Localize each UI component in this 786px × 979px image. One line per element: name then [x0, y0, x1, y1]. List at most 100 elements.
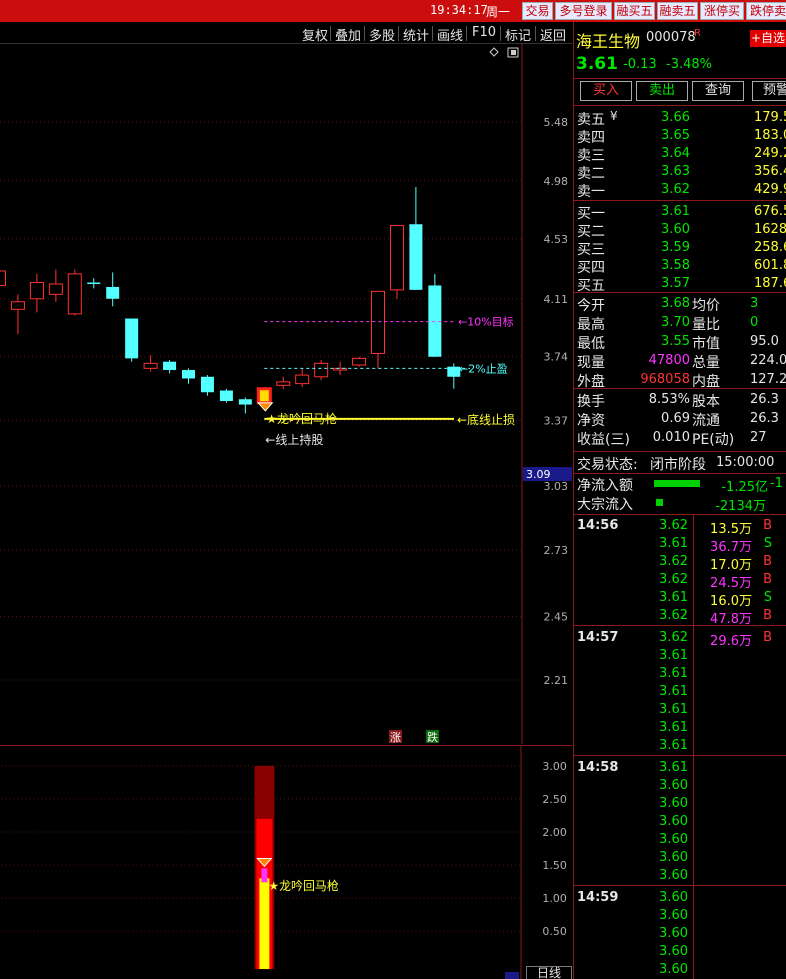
candle — [295, 368, 310, 388]
tick-divider — [693, 515, 694, 979]
multi-login-button[interactable]: 多号登录 — [555, 2, 612, 20]
bid-label: 买一 — [577, 206, 605, 222]
stat-label: 收益(三) — [577, 432, 630, 448]
bid-row[interactable]: 买三 3.59 258.6 — [574, 239, 786, 258]
tick-price: 3.60 — [659, 868, 688, 883]
tick-row: 3.61 — [574, 701, 786, 719]
divider — [574, 292, 786, 293]
tick-price: 3.60 — [659, 832, 688, 847]
ask-label: 卖三 — [577, 148, 605, 164]
candle-body — [428, 285, 442, 357]
signal-label: ★龙吟回马枪 — [266, 411, 337, 426]
stat-value: 0.010 — [652, 430, 690, 445]
stat-row: 收益(三) 0.010 PE(动) 27 — [574, 429, 786, 448]
trade-button[interactable]: 交易 — [522, 2, 553, 20]
tick-row: 3.60 — [574, 831, 786, 849]
y-tick-label: 2.50 — [542, 793, 566, 806]
tool-f10[interactable]: F10 — [472, 25, 496, 40]
stock-code: 000078 — [646, 30, 696, 45]
margin-sell5-button[interactable]: 融卖五 — [657, 2, 698, 20]
netflow-extra: -1 — [770, 476, 783, 491]
bid-price: 3.61 — [661, 204, 690, 219]
ask-row[interactable]: 卖四 3.65 183.0 — [574, 127, 786, 146]
candle-body — [200, 376, 214, 393]
bid-row[interactable]: 买五3.57187.6 — [574, 275, 786, 294]
candle — [182, 368, 195, 384]
candle — [125, 318, 139, 362]
scroll-indicator[interactable] — [505, 972, 519, 979]
alert-button[interactable]: 预警 — [752, 81, 786, 101]
tab-daily[interactable]: 日线 — [526, 966, 572, 979]
tick-row: 3.60 — [574, 867, 786, 885]
candle-body — [163, 361, 177, 371]
y-tick-label: 1.50 — [542, 859, 566, 872]
margin-buy5-button[interactable]: 融买五 — [614, 2, 655, 20]
query-button[interactable]: 查询 — [692, 81, 744, 101]
y-tick-label: 3.00 — [542, 760, 566, 773]
diamond-icon[interactable] — [489, 47, 499, 57]
candle — [87, 278, 101, 289]
stat-value: 224.0 — [750, 353, 786, 368]
bid-row[interactable]: 买一 3.61 676.5 — [574, 203, 786, 222]
tick-price: 3.62 — [659, 608, 688, 623]
stat-value: 47800 — [648, 353, 690, 368]
tick-side: S — [763, 536, 772, 551]
ask-price: 3.65 — [661, 128, 690, 143]
y-tick-label: 3.74 — [544, 351, 569, 364]
sell-button[interactable]: 卖出 — [636, 81, 688, 101]
candle-body — [125, 318, 139, 359]
stat-row: 外盘 968058 内盘 127.2 — [574, 371, 786, 390]
tool-multi-stock[interactable]: 多股 — [369, 25, 395, 44]
stat-label: 换手 — [577, 394, 605, 410]
tool-overlay[interactable]: 叠加 — [335, 25, 361, 44]
add-watchlist-button[interactable]: +自选 — [750, 30, 786, 47]
tool-draw-line[interactable]: 画线 — [437, 25, 463, 44]
divider — [330, 26, 331, 41]
indicator-chart[interactable]: ★龙吟回马枪 3.00 2.50 2.00 1.50 1.00 0.50 — [0, 745, 572, 979]
bid-label: 买四 — [577, 260, 605, 276]
candle-body — [87, 282, 101, 285]
bid-price: 3.60 — [661, 222, 690, 237]
tick-row: 3.62 47.8万 B — [574, 607, 786, 627]
candle — [67, 269, 82, 316]
tool-mark[interactable]: 标记 — [505, 25, 531, 44]
divider — [364, 26, 365, 41]
tool-back[interactable]: 返回 — [540, 25, 566, 44]
stat-label: 市值 — [692, 336, 720, 352]
candle-body — [29, 282, 44, 300]
candle-body — [219, 390, 233, 402]
tick-row: 3.60 — [574, 813, 786, 831]
tick-side: B — [763, 630, 772, 645]
divider — [500, 26, 501, 41]
tool-statistics[interactable]: 统计 — [403, 25, 429, 44]
ask-row[interactable]: 卖五 ¥3.66 179.5 — [574, 109, 786, 128]
bid-volume: 1628 — [754, 222, 786, 237]
candle — [0, 270, 6, 286]
ask-row[interactable]: 卖一 3.62 429.9 — [574, 181, 786, 200]
ask-row[interactable]: 卖二 3.63 356.4 — [574, 163, 786, 182]
ask-label: 卖一 — [577, 184, 605, 200]
divider — [574, 78, 786, 79]
window-icon[interactable] — [507, 47, 519, 58]
tool-adjust[interactable]: 复权 — [302, 25, 328, 44]
y-tick-label: 2.73 — [544, 544, 569, 557]
candle — [10, 294, 25, 335]
limit-down-sell-button[interactable]: 跌停卖 — [746, 2, 786, 20]
kline-chart[interactable]: ←10%目标 ←2%止盈 ←底线止损 ★龙吟回马枪 ←线上持股涨 跌 5.48 4.98 4.… — [0, 44, 572, 744]
tick-price: 3.61 — [659, 760, 688, 775]
ask-label: 卖二 — [577, 166, 605, 182]
ask-row[interactable]: 卖三 3.64 249.2 — [574, 145, 786, 164]
action-buttons: 买入 卖出 查询 预警 — [574, 81, 786, 103]
stat-value: 26.3 — [750, 392, 779, 407]
currency-icon: ¥ — [610, 109, 618, 123]
stat-label: 最高 — [577, 317, 605, 333]
limit-up-buy-button[interactable]: 涨停买 — [700, 2, 744, 20]
ask-label: 卖四 — [577, 130, 605, 146]
bid-row[interactable]: 买四 3.58 601.8 — [574, 257, 786, 276]
trade-status: 交易状态: 闭市阶段 15:00:00 — [574, 454, 786, 473]
bid-row[interactable]: 买二 3.60 1628 — [574, 221, 786, 240]
tick-price: 3.60 — [659, 850, 688, 865]
netflow-label: 净流入额 — [577, 478, 633, 494]
buy-button[interactable]: 买入 — [580, 81, 632, 101]
status-label: 交易状态: — [577, 457, 638, 473]
